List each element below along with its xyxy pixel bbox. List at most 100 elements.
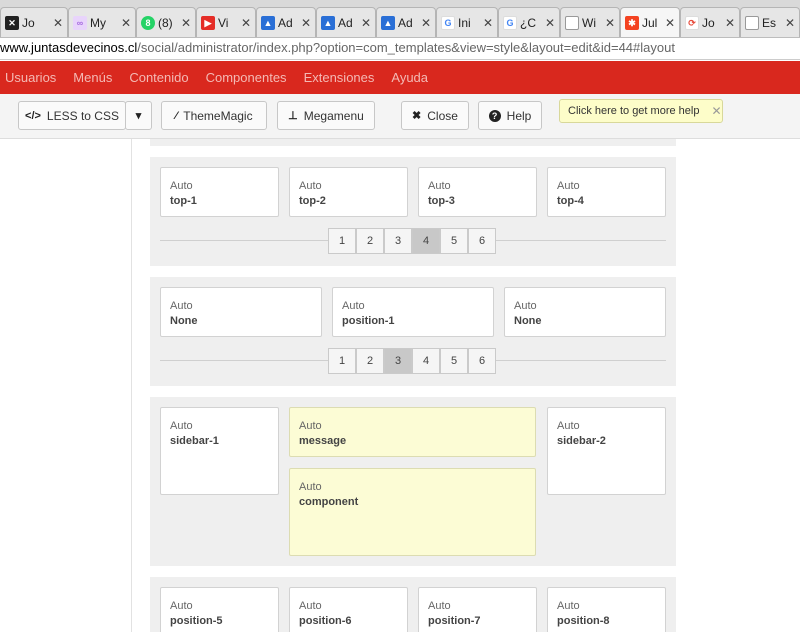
tab-title: Jo: [702, 16, 715, 30]
close-tab-icon[interactable]: ✕: [53, 16, 63, 30]
position-block-position-1[interactable]: Auto position-1: [332, 287, 494, 337]
block-position-label: top-3: [428, 195, 455, 207]
google-ads-icon: ▲: [381, 16, 395, 30]
column-count-option[interactable]: 1: [328, 348, 356, 374]
block-position-label: top-1: [170, 195, 197, 207]
close-tab-icon[interactable]: ✕: [665, 16, 675, 30]
tab-title: Wi: [582, 16, 596, 30]
browser-tab[interactable]: ▲ Ad ✕: [376, 7, 436, 37]
position-block-top-4[interactable]: Auto top-4: [547, 167, 666, 217]
block-width-label: Auto: [428, 600, 451, 612]
browser-tab-strip: ✕ Jo ✕ ∞ My ✕ 8 (8) ✕ ▶ Vi ✕ ▲ Ad ✕ ▲ Ad…: [0, 0, 800, 38]
browser-tab[interactable]: Wi ✕: [560, 7, 620, 37]
position-block-sidebar-1[interactable]: Auto sidebar-1: [160, 407, 279, 495]
close-tab-icon[interactable]: ✕: [725, 16, 735, 30]
position-block-none-left[interactable]: Auto None: [160, 287, 322, 337]
tab-title: Ad: [278, 16, 293, 30]
column-count-option[interactable]: 6: [468, 228, 496, 254]
block-width-label: Auto: [299, 180, 322, 192]
column-count-option-selected[interactable]: 3: [384, 348, 412, 374]
block-position-label: position-7: [428, 615, 481, 627]
block-position-label: message: [299, 435, 347, 447]
block-width-label: Auto: [428, 180, 451, 192]
close-tab-icon[interactable]: ✕: [483, 16, 493, 30]
column-count-option[interactable]: 6: [468, 348, 496, 374]
browser-tab[interactable]: ✕ Jo ✕: [0, 7, 68, 37]
position-block-position-7[interactable]: Auto position-7: [418, 587, 537, 632]
less-to-css-button[interactable]: </> LESS to CSS: [18, 101, 126, 130]
browser-tab[interactable]: ∞ My ✕: [68, 7, 136, 37]
menu-item-usuarios[interactable]: Usuarios: [5, 70, 56, 85]
position-block-top-3[interactable]: Auto top-3: [418, 167, 537, 217]
block-width-label: Auto: [170, 180, 193, 192]
position-block-position-5[interactable]: Auto position-5: [160, 587, 279, 632]
close-tab-icon[interactable]: ✕: [421, 16, 431, 30]
whatsapp-icon: 8: [141, 16, 155, 30]
position-block-top-1[interactable]: Auto top-1: [160, 167, 279, 217]
less-dropdown-button[interactable]: ▾: [125, 101, 152, 130]
browser-tab-active[interactable]: ✱ Jul ✕: [620, 7, 680, 37]
content-left-rule: [131, 139, 132, 632]
sync-icon: ⟳: [685, 16, 699, 30]
help-tooltip[interactable]: Click here to get more help ✕: [559, 99, 723, 123]
column-count-option[interactable]: 1: [328, 228, 356, 254]
admin-menu-bar: Usuarios Menús Contenido Componentes Ext…: [0, 61, 800, 94]
position-block-component[interactable]: Auto component: [289, 468, 536, 556]
position-block-none-right[interactable]: Auto None: [504, 287, 666, 337]
close-tab-icon[interactable]: ✕: [241, 16, 251, 30]
menu-item-menus[interactable]: Menús: [73, 70, 112, 85]
close-button[interactable]: ✖ Close: [401, 101, 469, 130]
column-count-option[interactable]: 3: [384, 228, 412, 254]
address-bar[interactable]: www.juntasdevecinos.cl/social/administra…: [0, 38, 800, 60]
help-button[interactable]: ? Help: [478, 101, 542, 130]
position-block-sidebar-2[interactable]: Auto sidebar-2: [547, 407, 666, 495]
url-host: www.juntasdevecinos.cl: [0, 40, 138, 55]
youtube-icon: ▶: [201, 16, 215, 30]
sitemap-icon: ⊥: [288, 110, 298, 122]
close-tab-icon[interactable]: ✕: [545, 16, 555, 30]
position-block-position-6[interactable]: Auto position-6: [289, 587, 408, 632]
browser-tab[interactable]: ▲ Ad ✕: [316, 7, 376, 37]
menu-item-extensiones[interactable]: Extensiones: [304, 70, 375, 85]
column-count-option[interactable]: 5: [440, 228, 468, 254]
browser-tab[interactable]: ⟳ Jo ✕: [680, 7, 740, 37]
layout-section-cut: [150, 139, 676, 146]
code-icon: </>: [25, 109, 41, 122]
browser-tab[interactable]: Es ✕: [740, 7, 800, 37]
position-block-message[interactable]: Auto message: [289, 407, 536, 457]
position-block-position-8[interactable]: Auto position-8: [547, 587, 666, 632]
menu-item-ayuda[interactable]: Ayuda: [391, 70, 428, 85]
close-tab-icon[interactable]: ✕: [301, 16, 311, 30]
google-ads-icon: ▲: [261, 16, 275, 30]
megamenu-button[interactable]: ⊥ Megamenu: [277, 101, 375, 130]
column-count-option[interactable]: 4: [412, 348, 440, 374]
block-position-label: position-6: [299, 615, 352, 627]
column-count-option[interactable]: 2: [356, 228, 384, 254]
tab-title: Es: [762, 16, 777, 30]
close-tab-icon[interactable]: ✕: [121, 16, 131, 30]
browser-tab[interactable]: G Ini ✕: [436, 7, 498, 37]
close-tab-icon[interactable]: ✕: [181, 16, 191, 30]
less-to-css-label: LESS to CSS: [46, 108, 119, 123]
block-width-label: Auto: [557, 180, 580, 192]
browser-tab[interactable]: ▲ Ad ✕: [256, 7, 316, 37]
menu-item-contenido[interactable]: Contenido: [129, 70, 188, 85]
browser-tab[interactable]: G ¿C ✕: [498, 7, 560, 37]
joomla-dark-icon: ✕: [5, 16, 19, 30]
menu-item-componentes[interactable]: Componentes: [206, 70, 287, 85]
column-count-option[interactable]: 5: [440, 348, 468, 374]
browser-tab[interactable]: 8 (8) ✕: [136, 7, 196, 37]
close-tab-icon[interactable]: ✕: [605, 16, 615, 30]
browser-tab[interactable]: ▶ Vi ✕: [196, 7, 256, 37]
block-position-label: position-1: [342, 315, 395, 327]
layout-section-top: Auto top-1 Auto top-2 Auto top-3 Auto to…: [150, 157, 676, 266]
tooltip-close-icon[interactable]: ✕: [711, 104, 721, 118]
column-count-option[interactable]: 2: [356, 348, 384, 374]
column-count-option-selected[interactable]: 4: [412, 228, 440, 254]
thememagic-button[interactable]: ⁄ ThemeMagic: [161, 101, 267, 130]
position-block-top-2[interactable]: Auto top-2: [289, 167, 408, 217]
close-tab-icon[interactable]: ✕: [785, 16, 795, 30]
close-tab-icon[interactable]: ✕: [361, 16, 371, 30]
help-label: Help: [506, 108, 532, 123]
joomla-icon: ✱: [625, 16, 639, 30]
